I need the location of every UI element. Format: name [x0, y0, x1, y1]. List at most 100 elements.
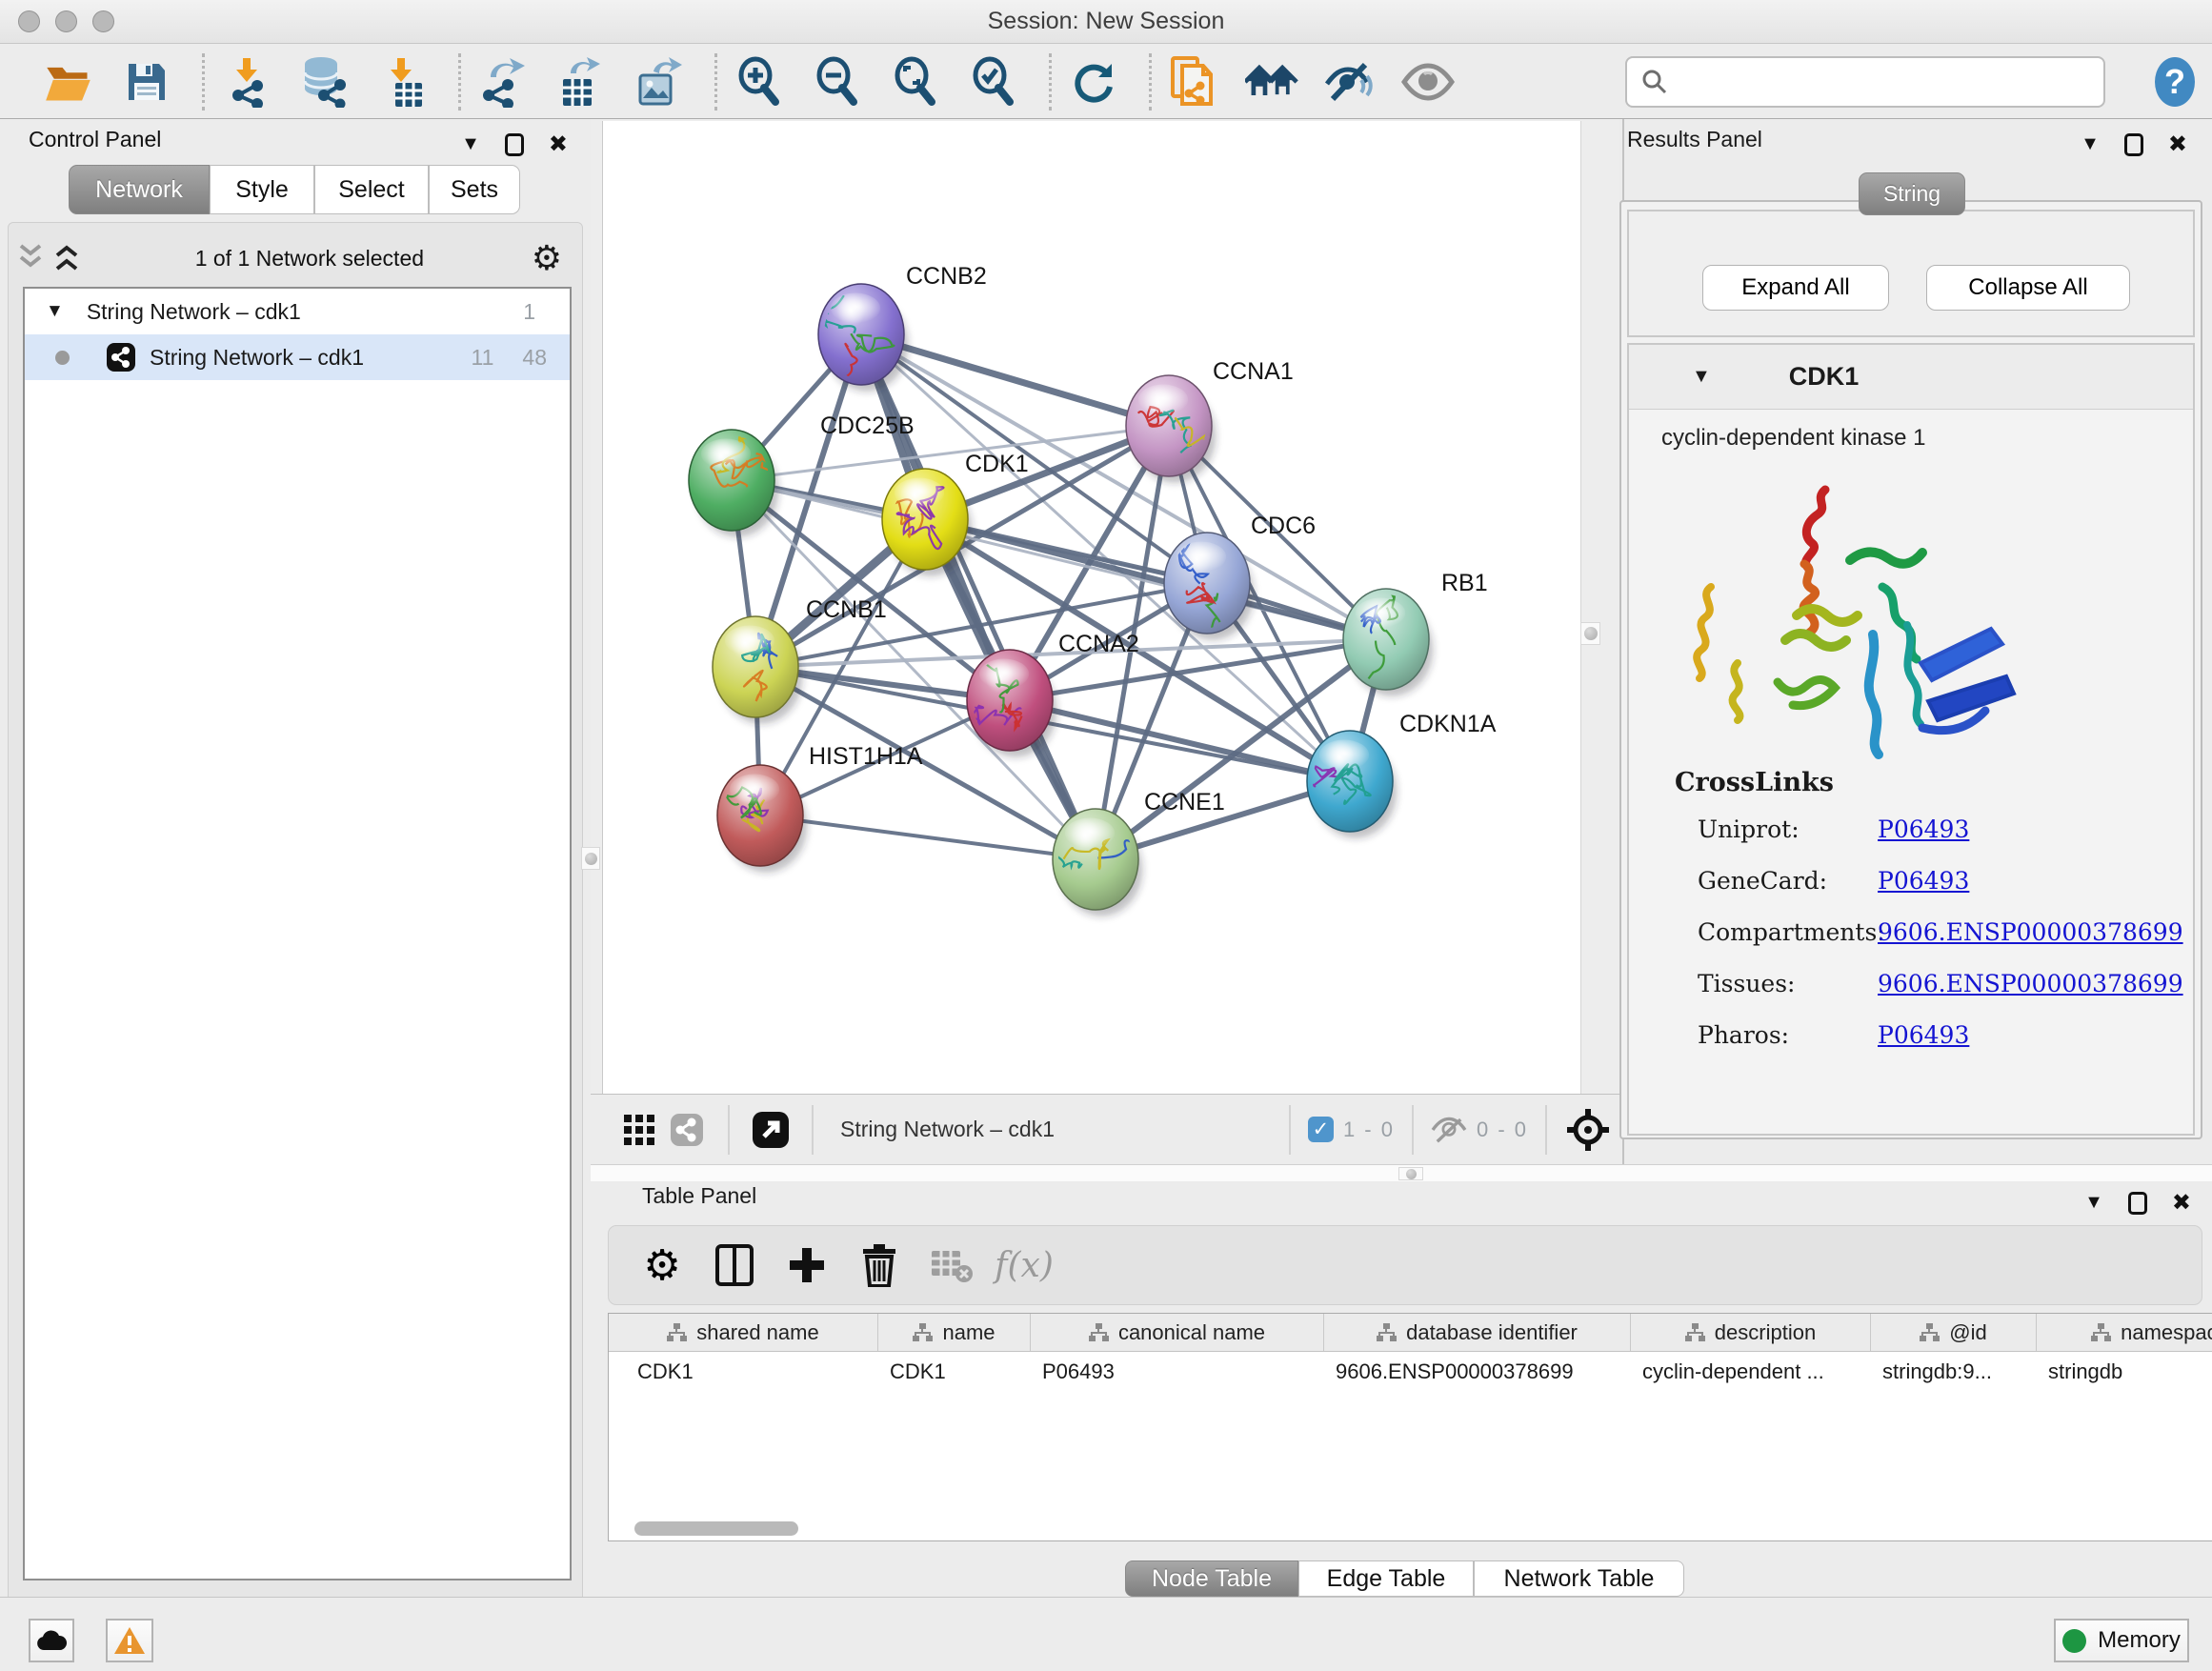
crosslink-link[interactable]: P06493: [1878, 815, 1969, 843]
table-cell[interactable]: CDK1: [609, 1352, 878, 1390]
column-header-canonical-name[interactable]: canonical name: [1031, 1314, 1324, 1351]
help-button[interactable]: ?: [2153, 55, 2197, 109]
close-panel-icon[interactable]: ✖: [2168, 131, 2187, 158]
expand-all-icon[interactable]: [50, 242, 88, 274]
open-session-button[interactable]: [42, 51, 95, 112]
selected-counts: 1 - 0: [1343, 1117, 1395, 1142]
left-splitter-handle[interactable]: [581, 847, 600, 870]
float-panel-icon[interactable]: [2128, 1192, 2147, 1215]
delete-column-button[interactable]: [851, 1232, 908, 1299]
table-cell[interactable]: stringdb:9...: [1871, 1352, 2037, 1390]
close-panel-icon[interactable]: ✖: [2172, 1189, 2191, 1217]
import-network-from-database-button[interactable]: [298, 51, 352, 112]
collapse-all-icon[interactable]: [15, 242, 50, 274]
column-header-database-identifier[interactable]: database identifier: [1324, 1314, 1631, 1351]
collapse-gene-icon[interactable]: ▼: [1692, 366, 1711, 388]
tab-network-table[interactable]: Network Table: [1474, 1560, 1684, 1597]
horizontal-splitter[interactable]: [591, 1164, 2212, 1181]
tab-string[interactable]: String: [1859, 172, 1965, 215]
zoom-window-button[interactable]: [92, 10, 114, 32]
fit-content-button[interactable]: [1564, 1103, 1612, 1157]
column-header--id[interactable]: @id: [1871, 1314, 2037, 1351]
graphics-details-button[interactable]: [615, 1103, 663, 1157]
column-header-name[interactable]: name: [878, 1314, 1031, 1351]
show-columns-button[interactable]: [706, 1232, 763, 1299]
export-view-button[interactable]: [747, 1103, 794, 1157]
birdseye-view-button[interactable]: [663, 1103, 711, 1157]
warnings-button[interactable]: [106, 1619, 153, 1662]
float-panel-icon[interactable]: [505, 133, 524, 156]
add-column-button[interactable]: [778, 1232, 835, 1299]
scrollbar-thumb[interactable]: [634, 1521, 798, 1536]
selected-nodes-checkbox[interactable]: ✓: [1308, 1117, 1334, 1142]
network-edge-HIST1H1A-CCNE1[interactable]: [760, 815, 1096, 859]
network-canvas[interactable]: CCNB2CCNA1CDC25BCDK1CDC6RB1CCNB1CCNA2CDK…: [602, 121, 1581, 1094]
fx-icon: f(x): [995, 1246, 1054, 1285]
table-options-button[interactable]: ⚙: [633, 1232, 691, 1299]
network-row[interactable]: String Network – cdk1 11 48: [25, 334, 570, 380]
table-horizontal-scrollbar[interactable]: [612, 1520, 2204, 1538]
column-header-shared-name[interactable]: shared name: [609, 1314, 878, 1351]
import-table-button[interactable]: [376, 51, 430, 112]
collapse-panel-icon[interactable]: ▼: [2081, 133, 2100, 155]
right-splitter-handle[interactable]: [1580, 622, 1600, 645]
gene-card-header[interactable]: ▼ CDK1: [1629, 345, 2193, 410]
tab-sets[interactable]: Sets: [429, 165, 520, 214]
tab-network[interactable]: Network: [69, 165, 210, 214]
table-cell[interactable]: 9606.ENSP00000378699: [1324, 1352, 1631, 1390]
refresh-button[interactable]: [1067, 51, 1120, 112]
crosslink-link[interactable]: 9606.ENSP00000378699: [1878, 970, 2183, 997]
function-builder-button[interactable]: f(x): [995, 1232, 1053, 1299]
clone-network-button[interactable]: [1167, 51, 1220, 112]
float-panel-icon[interactable]: [2124, 133, 2143, 156]
import-network-button[interactable]: [220, 51, 273, 112]
table-row[interactable]: CDK1CDK1P064939606.ENSP00000378699cyclin…: [609, 1352, 2212, 1390]
collapse-panel-icon[interactable]: ▼: [2084, 1192, 2103, 1214]
expand-all-button[interactable]: Expand All: [1702, 265, 1889, 311]
delete-table-button[interactable]: [923, 1232, 980, 1299]
tab-style[interactable]: Style: [210, 165, 314, 214]
table-cell[interactable]: P06493: [1031, 1352, 1324, 1390]
export-network-button[interactable]: [476, 51, 530, 112]
collapse-panel-icon[interactable]: ▼: [461, 133, 480, 155]
table-panel: Table Panel ▼ ✖ ⚙ f(x) shared namenameca…: [591, 1181, 2212, 1597]
tab-edge-table[interactable]: Edge Table: [1298, 1560, 1474, 1597]
tab-node-table[interactable]: Node Table: [1125, 1560, 1298, 1597]
zoom-in-icon: [735, 56, 783, 108]
home-layouts-button[interactable]: [1245, 51, 1298, 112]
search-input[interactable]: [1625, 56, 2105, 108]
memory-button[interactable]: Memory: [2054, 1619, 2189, 1662]
save-session-button[interactable]: [120, 51, 173, 112]
column-header-namespace[interactable]: namespace: [2037, 1314, 2212, 1351]
zoom-fit-button[interactable]: [889, 51, 942, 112]
table-cell[interactable]: CDK1: [878, 1352, 1031, 1390]
close-panel-icon[interactable]: ✖: [549, 131, 568, 158]
export-table-button[interactable]: [554, 51, 608, 112]
tree-expand-icon[interactable]: ▼: [46, 301, 64, 322]
zoom-in-button[interactable]: [733, 51, 786, 112]
bar-divider: [1412, 1105, 1414, 1155]
hide-selected-button[interactable]: [1323, 51, 1377, 112]
crosslink-link[interactable]: P06493: [1878, 1021, 1969, 1049]
string-network-graph[interactable]: CCNB2CCNA1CDC25BCDK1CDC6RB1CCNB1CCNA2CDK…: [603, 121, 1582, 1094]
network-collection-row[interactable]: ▼ String Network – cdk1 1: [25, 289, 570, 334]
network-icon: [106, 342, 136, 372]
collapse-all-button[interactable]: Collapse All: [1926, 265, 2130, 311]
column-header-description[interactable]: description: [1631, 1314, 1871, 1351]
zoom-selected-button[interactable]: [967, 51, 1020, 112]
table-cell[interactable]: stringdb: [2037, 1352, 2212, 1390]
hidden-eye-icon[interactable]: [1431, 1115, 1467, 1145]
column-type-icon: [2091, 1323, 2111, 1342]
table-cell[interactable]: cyclin-dependent ...: [1631, 1352, 1871, 1390]
close-window-button[interactable]: [18, 10, 40, 32]
crosslink-link[interactable]: P06493: [1878, 867, 1969, 895]
export-image-button[interactable]: [633, 51, 686, 112]
bottom-splitter-handle[interactable]: [1398, 1167, 1423, 1180]
minimize-window-button[interactable]: [55, 10, 77, 32]
cloud-status-button[interactable]: [29, 1619, 74, 1662]
network-options-gear-icon[interactable]: ⚙: [532, 239, 562, 278]
crosslink-link[interactable]: 9606.ENSP00000378699: [1878, 918, 2183, 946]
tab-select[interactable]: Select: [314, 165, 429, 214]
show-all-button[interactable]: [1401, 51, 1455, 112]
zoom-out-button[interactable]: [811, 51, 864, 112]
